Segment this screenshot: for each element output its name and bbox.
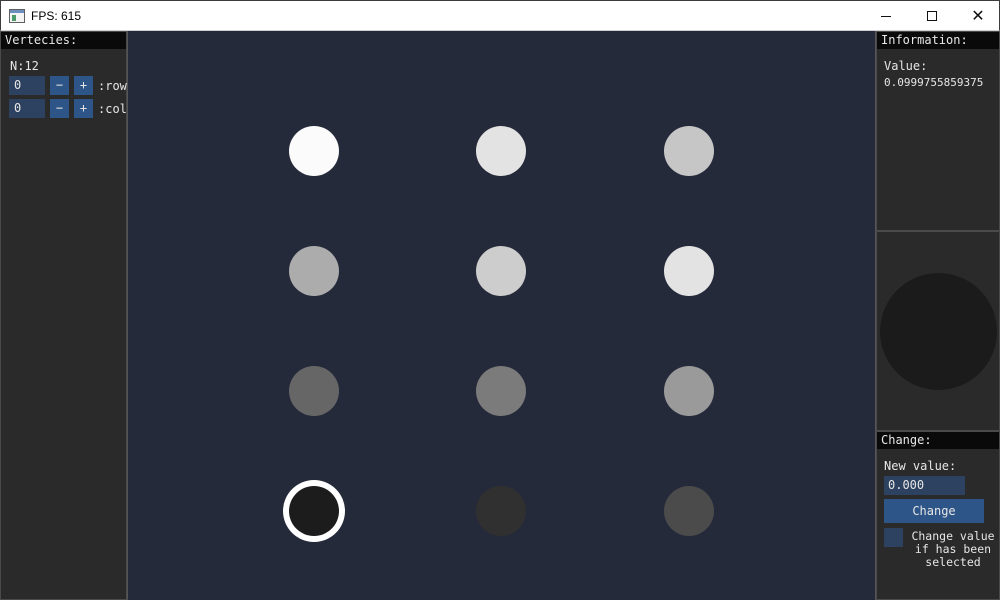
change-panel: Change: New value: Change Change value i… [876,431,1000,600]
row-decrement-button[interactable]: − [50,76,69,95]
vertex-node[interactable] [289,246,339,296]
col-decrement-button[interactable]: − [50,99,69,118]
vertex-node-selected[interactable] [289,486,339,536]
vertex-canvas[interactable] [127,31,876,600]
vertices-panel-header: Vertecies: [1,32,126,49]
minimize-button[interactable] [863,1,909,31]
color-preview-circle [880,273,997,390]
change-if-selected-checkbox[interactable] [884,528,903,547]
vertex-count-label: N:12 [10,59,39,73]
vertex-node[interactable] [289,126,339,176]
new-value-input[interactable] [884,476,965,495]
app-icon [9,9,25,23]
information-panel: Information: Value: 0.0999755859375 [876,31,1000,231]
vertices-panel: Vertecies: N:12 0 − + :row 0 − + :col [0,31,127,600]
vertex-node[interactable] [476,366,526,416]
vertex-node[interactable] [476,126,526,176]
value-readout: 0.0999755859375 [884,76,984,89]
information-panel-header: Information: [877,32,999,49]
vertex-node[interactable] [476,486,526,536]
vertex-node[interactable] [664,246,714,296]
col-stepper: 0 − + :col [9,99,127,118]
maximize-button[interactable] [909,1,955,31]
new-value-label: New value: [884,459,957,473]
window-title: FPS: 615 [31,9,82,23]
col-value-field[interactable]: 0 [9,99,45,118]
row-value-field[interactable]: 0 [9,76,45,95]
close-button[interactable]: ✕ [955,1,1000,31]
value-label: Value: [884,59,928,73]
vertex-node[interactable] [664,486,714,536]
col-label: :col [98,101,127,116]
window-titlebar: FPS: 615 ✕ [0,0,1000,31]
vertex-node[interactable] [664,366,714,416]
change-panel-header: Change: [877,432,999,449]
change-if-selected-label: Change value if has been selected [911,529,995,569]
row-stepper: 0 − + :row [9,76,127,95]
minimize-icon [881,15,891,17]
change-button[interactable]: Change [884,499,984,523]
vertex-node[interactable] [664,126,714,176]
color-preview-panel [876,231,1000,431]
vertex-node[interactable] [476,246,526,296]
row-label: :row [98,78,127,93]
row-increment-button[interactable]: + [74,76,93,95]
col-increment-button[interactable]: + [74,99,93,118]
close-icon: ✕ [971,8,985,25]
maximize-icon [927,11,937,21]
vertex-node[interactable] [289,366,339,416]
